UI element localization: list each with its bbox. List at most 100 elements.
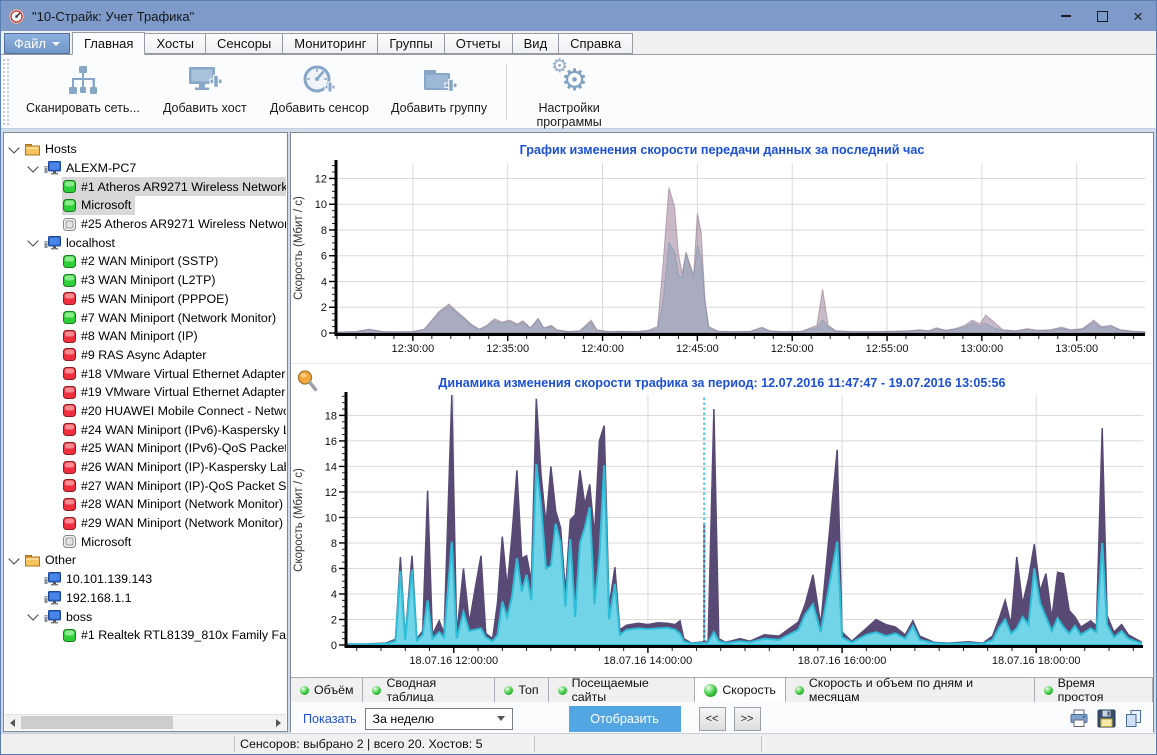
svg-text:10: 10 [325, 512, 337, 524]
svg-text:18.07.16 16:00:00: 18.07.16 16:00:00 [798, 655, 887, 667]
settings-icon: ⚙ ⚙ [551, 56, 588, 97]
sensor-red-icon [63, 516, 76, 530]
svg-text:2: 2 [321, 302, 327, 314]
tree-item[interactable]: #19 VMware Virtual Ethernet Adapter f [5, 383, 286, 402]
maximize-button[interactable] [1084, 1, 1120, 31]
toolbar-scan-network-button[interactable]: Сканировать сеть... [16, 57, 150, 126]
scroll-right-arrow[interactable] [271, 715, 286, 730]
statusbar-divider [761, 736, 762, 752]
sensor-green-icon [63, 311, 76, 325]
chevron-down-icon [51, 41, 60, 46]
toolbar-add-group-button[interactable]: Добавить группу [381, 57, 497, 126]
tree-item[interactable]: #24 WAN Miniport (IPv6)-Kaspersky La [5, 420, 286, 439]
scroll-left-arrow[interactable] [5, 715, 20, 730]
hour-chart-title: График изменения скорости передачи данны… [519, 143, 925, 157]
save-button[interactable] [1097, 709, 1116, 728]
report-tab-2[interactable]: Топ [495, 678, 549, 702]
report-tabs: Объём Сводная таблица Топ Посещаемые сайты С… [291, 676, 1153, 704]
menu-tab-4[interactable]: Группы [377, 33, 445, 54]
tree-item[interactable]: Microsoft [5, 532, 286, 551]
tree-item[interactable]: #9 RAS Async Adapter [5, 346, 286, 365]
menu-tab-3[interactable]: Мониторинг [282, 33, 379, 54]
report-tab-0[interactable]: Объём [291, 678, 364, 702]
report-tab-3[interactable]: Посещаемые сайты [549, 676, 696, 704]
print-button[interactable] [1069, 709, 1089, 728]
minimize-button[interactable] [1048, 1, 1084, 31]
tree-item[interactable]: #7 WAN Miniport (Network Monitor) [5, 308, 286, 327]
tree-item[interactable]: #25 WAN Miniport (IPv6)-QoS Packet [5, 439, 286, 458]
report-tab-4[interactable]: Скорость [695, 678, 786, 702]
report-tab-6[interactable]: Время простоя [1035, 676, 1153, 704]
toolbar-add-sensor-button[interactable]: Добавить сенсор [260, 57, 379, 126]
tree-item[interactable]: #27 WAN Miniport (IP)-QoS Packet Sc [5, 476, 286, 495]
svg-text:10: 10 [315, 199, 327, 211]
tree-item[interactable]: #8 WAN Miniport (IP) [5, 327, 286, 346]
toolbar-add-host-button[interactable]: Добавить хост [152, 57, 258, 126]
toolbar-separator [506, 63, 508, 120]
tree-item[interactable]: Hosts [5, 140, 286, 159]
next-page-button[interactable]: >> [733, 706, 761, 731]
add-group-icon [420, 61, 458, 101]
report-tab-5[interactable]: Скорость и объем по дням и месяцам [786, 676, 1035, 704]
menu-tab-5[interactable]: Отчеты [443, 33, 513, 54]
svg-text:12:55:00: 12:55:00 [866, 343, 909, 355]
tree-item[interactable]: #1 Atheros AR9271 Wireless Network A [5, 177, 286, 197]
triangle-left-icon [10, 718, 15, 727]
svg-text:2: 2 [331, 614, 337, 626]
title-bar: "10-Страйк: Учет Трафика" × [1, 1, 1156, 31]
tree-item-label: #28 WAN Miniport (Network Monitor) [81, 497, 283, 512]
tree-item[interactable]: #20 HUAWEI Mobile Connect - Netwo [5, 402, 286, 421]
tree-item[interactable]: #2 WAN Miniport (SSTP) [5, 252, 286, 271]
menu-tab-1[interactable]: Хосты [144, 33, 207, 54]
prev-page-button[interactable]: << [698, 706, 726, 731]
tree-item[interactable]: 192.168.1.1 [5, 589, 286, 608]
tree-item[interactable]: #1 Realtek RTL8139_810x Family Fa [5, 626, 286, 645]
green-orb-icon [794, 685, 804, 695]
toolbar-grip[interactable] [2, 58, 9, 125]
expand-chevron-icon[interactable] [27, 235, 39, 247]
svg-text:12:45:00: 12:45:00 [676, 343, 719, 355]
menu-file-button[interactable]: Файл [4, 33, 70, 54]
menu-tab-7[interactable]: Справка [558, 33, 634, 54]
menu-tab-2[interactable]: Сенсоры [205, 33, 284, 54]
toolbar-settings-button[interactable]: ⚙ ⚙ Настройки программы [516, 56, 622, 129]
tree-item[interactable]: boss [5, 607, 286, 626]
tree-horizontal-scrollbar[interactable] [5, 714, 286, 730]
scroll-thumb[interactable] [21, 716, 173, 729]
tree-item-label: #26 WAN Miniport (IP)-Kaspersky Lab [81, 460, 286, 475]
tree-item[interactable]: #29 WAN Miniport (Network Monitor) [5, 514, 286, 533]
report-tab-1[interactable]: Сводная таблица [363, 676, 496, 704]
tree-item-label: #24 WAN Miniport (IPv6)-Kaspersky La [81, 422, 286, 437]
toolbar-button-label: Сканировать сеть... [26, 101, 140, 115]
svg-text:12:30:00: 12:30:00 [391, 343, 434, 355]
tree-item[interactable]: Other [5, 551, 286, 570]
host-icon [44, 235, 61, 250]
tree-item[interactable]: localhost [5, 233, 286, 252]
expand-chevron-icon[interactable] [8, 142, 20, 154]
tree-item-label: #25 WAN Miniport (IPv6)-QoS Packet [81, 441, 286, 456]
display-button[interactable]: Отобразить [568, 705, 681, 732]
zoom-magnifier-icon[interactable] [296, 369, 319, 398]
expand-chevron-icon[interactable] [27, 160, 39, 173]
copy-button[interactable] [1124, 709, 1143, 728]
host-icon [44, 590, 61, 605]
tree-item[interactable]: #18 VMware Virtual Ethernet Adapter f [5, 364, 286, 383]
tree-item[interactable]: #26 WAN Miniport (IP)-Kaspersky Lab [5, 458, 286, 477]
tree-item[interactable]: #28 WAN Miniport (Network Monitor) [5, 495, 286, 514]
toolbar-button-label: Настройки программы [536, 101, 602, 130]
tree-item[interactable]: ALEXM-PC7 [5, 159, 286, 178]
host-icon [44, 609, 61, 624]
period-select[interactable]: За неделю [364, 707, 513, 730]
close-button[interactable]: × [1120, 1, 1156, 31]
expand-chevron-icon[interactable] [8, 553, 20, 565]
tree-item[interactable]: 10.101.139.143 [5, 570, 286, 589]
expand-chevron-icon[interactable] [27, 609, 39, 621]
tree-item[interactable]: #3 WAN Miniport (L2TP) [5, 271, 286, 290]
show-label: Показать [303, 711, 357, 726]
tree-item-label: ALEXM-PC7 [66, 161, 137, 176]
tree-item[interactable]: Microsoft [5, 196, 286, 215]
menu-tab-0[interactable]: Главная [71, 32, 146, 55]
menu-tab-6[interactable]: Вид [511, 33, 560, 54]
tree-item[interactable]: #5 WAN Miniport (PPPOE) [5, 290, 286, 309]
tree-item[interactable]: #25 Atheros AR9271 Wireless Network [5, 215, 286, 234]
